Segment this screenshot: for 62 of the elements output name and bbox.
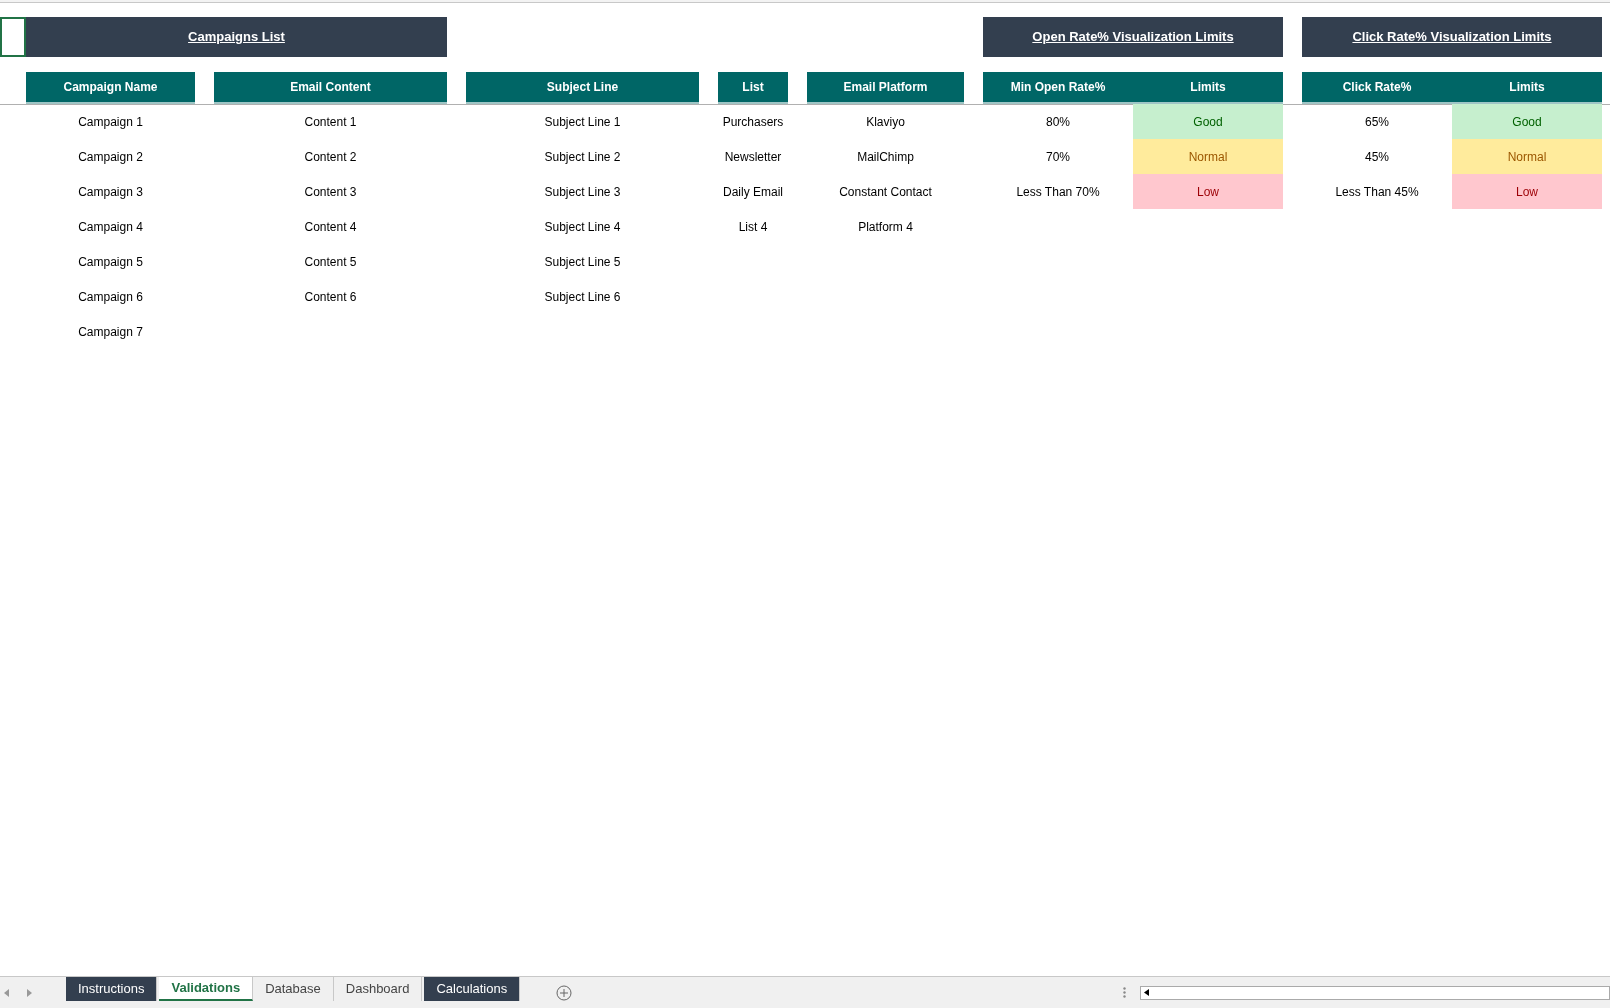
column-header: Min Open Rate%	[1009, 79, 1107, 96]
table-cell-text: Less Than 70%	[1015, 183, 1101, 201]
scroll-right-icon[interactable]	[27, 988, 32, 997]
table-cell-text: Content 3	[303, 183, 358, 201]
table-cell-text: Campaign 6	[77, 288, 144, 306]
sheet-tab[interactable]: Dashboard	[333, 977, 423, 1001]
column-header: Campaign Name	[26, 72, 195, 104]
sheet-tab[interactable]: Instructions	[66, 977, 158, 1001]
table-cell-text: Content 2	[303, 148, 358, 166]
table-cell-text: Campaign 4	[77, 218, 144, 236]
sheet-tab[interactable]: Validations	[159, 977, 254, 1001]
column-header: Limits	[1189, 79, 1227, 96]
table-cell-text: Campaign 7	[77, 323, 144, 341]
table-cell-text: Subject Line 3	[543, 183, 622, 201]
table-cell-text: Purchasers	[721, 113, 785, 131]
table-cell-text: Daily Email	[722, 183, 784, 201]
table-cell-text: Content 6	[303, 288, 358, 306]
table-cell-text: 65%	[1364, 113, 1390, 131]
section-title: Campaigns List	[26, 17, 447, 57]
table-cell-text: Subject Line 6	[543, 288, 622, 306]
column-header: Email Content	[214, 72, 447, 104]
section-title: Open Rate% Visualization Limits	[983, 17, 1283, 57]
table-cell-text: Constant Contact	[838, 183, 933, 201]
options-icon[interactable]	[1123, 987, 1126, 998]
add-sheet-icon[interactable]	[556, 984, 573, 1001]
table-cell-text: Newsletter	[723, 148, 783, 166]
table-cell-text: 70%	[1045, 148, 1071, 166]
column-header: Click Rate%	[1341, 79, 1413, 96]
column-header: Subject Line	[466, 72, 699, 104]
table-cell-text: List 4	[737, 218, 769, 236]
table-cell-text: MailChimp	[856, 148, 915, 166]
limit-cell: Good	[1133, 104, 1283, 139]
table-cell-text: Campaign 1	[77, 113, 144, 131]
table-cell-text: Subject Line 5	[543, 253, 622, 271]
limit-cell: Low	[1133, 174, 1283, 209]
limit-cell: Normal	[1452, 139, 1602, 174]
table-cell-text: Content 1	[303, 113, 358, 131]
selected-cell[interactable]	[0, 17, 26, 57]
table-cell-text: Content 5	[303, 253, 358, 271]
table-cell-text: Less Than 45%	[1334, 183, 1420, 201]
limit-cell: Good	[1452, 104, 1602, 139]
table-cell-text: Campaign 2	[77, 148, 144, 166]
column-header: List	[718, 72, 788, 104]
sheet-tab[interactable]: Database	[253, 977, 334, 1001]
table-cell-text: Subject Line 4	[543, 218, 622, 236]
limit-cell: Normal	[1133, 139, 1283, 174]
table-cell-text: Platform 4	[857, 218, 914, 236]
column-header: Email Platform	[807, 72, 964, 104]
table-cell-text: Campaign 3	[77, 183, 144, 201]
limit-cell: Low	[1452, 174, 1602, 209]
table-cell-text: Subject Line 2	[543, 148, 622, 166]
table-cell-text: 45%	[1364, 148, 1390, 166]
column-header: Limits	[1508, 79, 1546, 96]
table-cell-text: Content 4	[303, 218, 358, 236]
table-cell-text: 80%	[1045, 113, 1071, 131]
section-title: Click Rate% Visualization Limits	[1302, 17, 1602, 57]
scroll-left-icon[interactable]	[1144, 989, 1149, 996]
table-cell-text: Campaign 5	[77, 253, 144, 271]
horizontal-scrollbar[interactable]	[1140, 985, 1610, 1000]
table-cell-text: Subject Line 1	[543, 113, 622, 131]
sheet-tab[interactable]: Calculations	[424, 977, 521, 1001]
table-cell-text: Klaviyo	[865, 113, 906, 131]
